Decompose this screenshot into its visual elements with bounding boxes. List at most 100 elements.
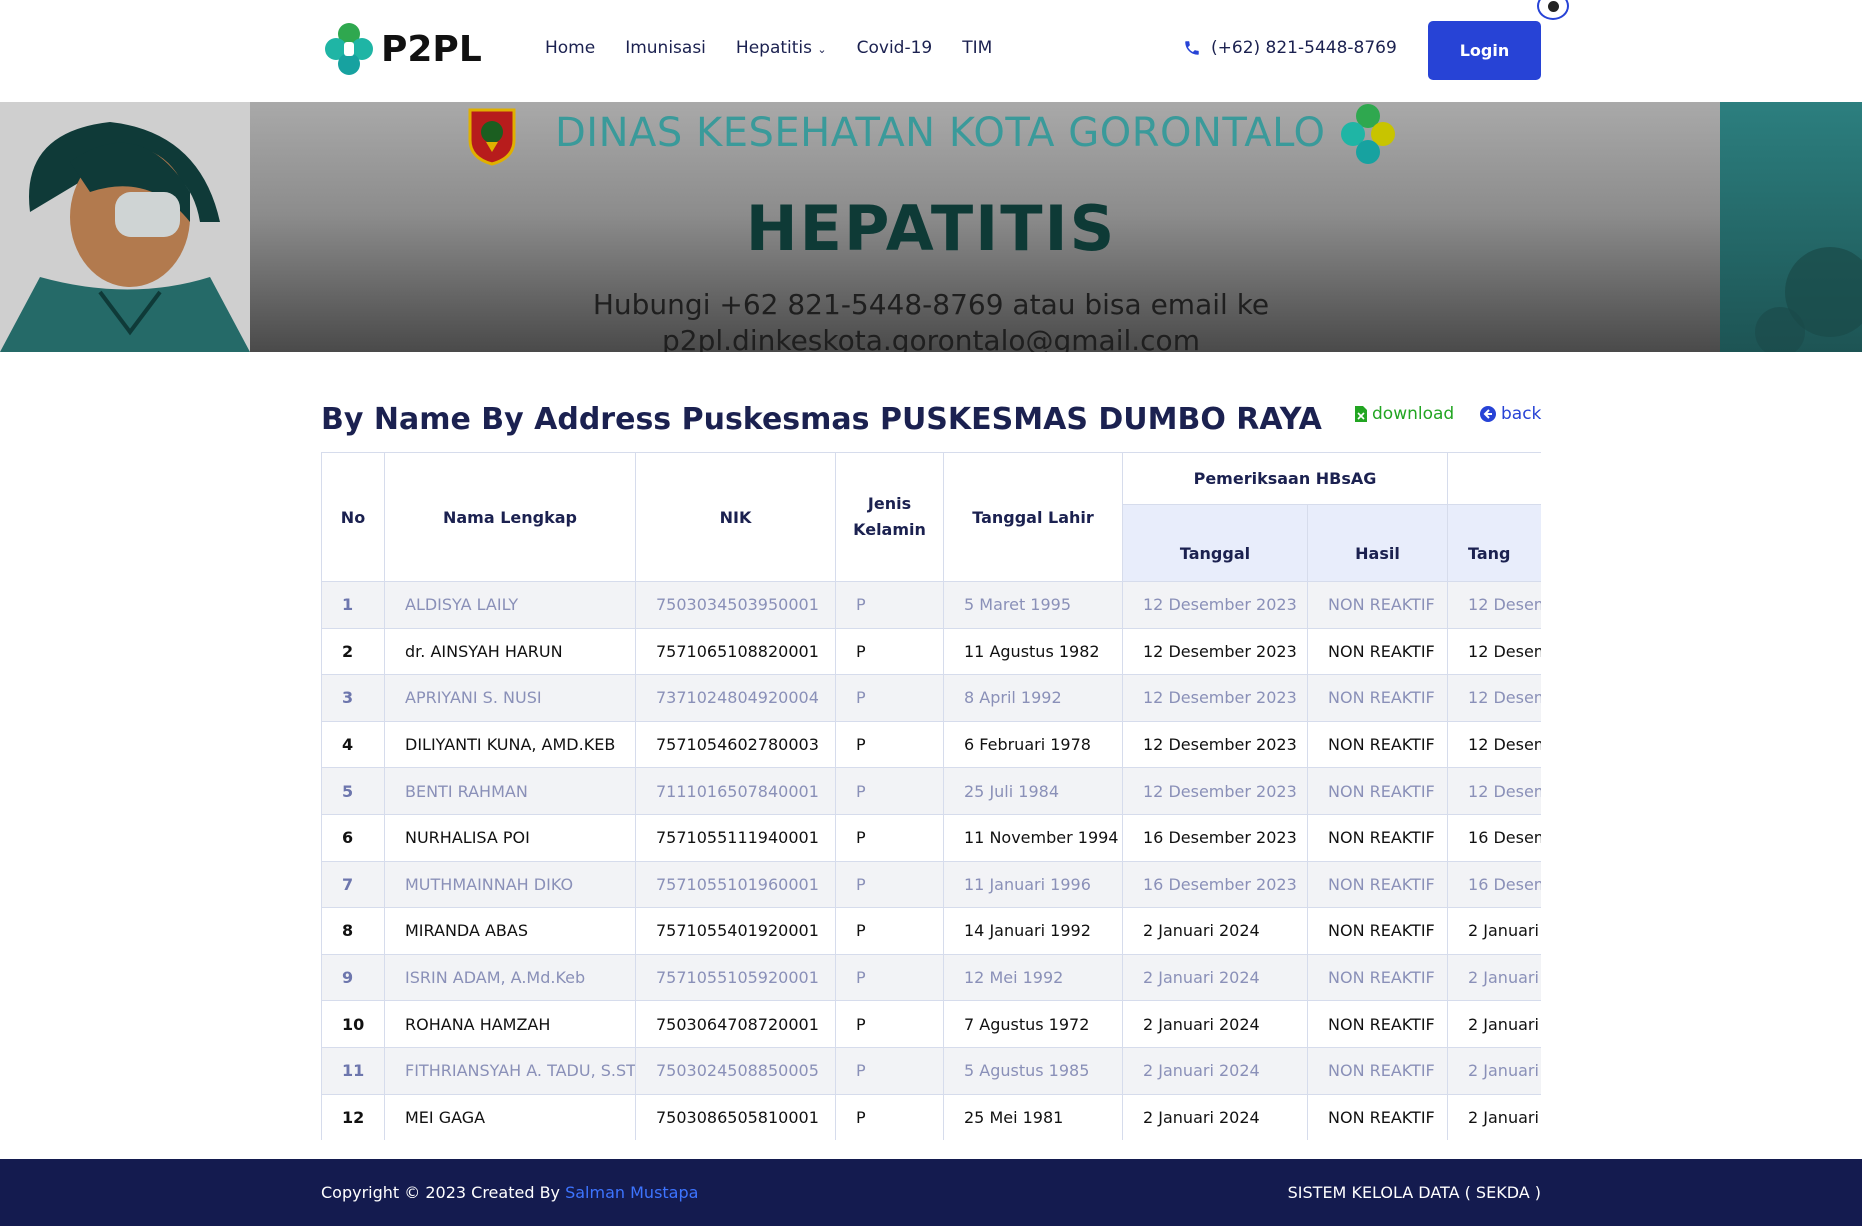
cell-lahir: 11 November 1994 (943, 813, 1123, 862)
p2pl-logo-icon (325, 23, 373, 75)
table-row: 7 MUTHMAINNAH DIKO 7571055101960001 P 11 Jan… (321, 860, 1541, 909)
cell-hasil: NON REAKTIF (1306, 1046, 1449, 1095)
cell-lahir: 8 April 1992 (943, 674, 1123, 722)
cell-jk: P (835, 953, 944, 1002)
author-link[interactable]: Salman Mustapa (565, 1183, 698, 1202)
cell-jk: P (835, 720, 944, 769)
cell-jk: P (835, 1093, 944, 1140)
cell-no: 3 (321, 674, 385, 722)
virus-illustration-image (1755, 247, 1862, 352)
cell-nik: 7111016507840001 (635, 767, 836, 815)
table-row: 9 ISRIN ADAM, A.Md.Keb 7571055105920001 P 12… (321, 953, 1541, 1002)
cell-lahir: 11 Agustus 1982 (943, 627, 1123, 676)
cell-no: 7 (321, 860, 385, 909)
cell-nik: 7371024804920004 (635, 674, 836, 722)
table-row: 1 ALDISYA LAILY 7503034503950001 P 5 Maret 1… (321, 581, 1541, 629)
header-hasil: Hasil (1306, 504, 1449, 582)
cell-hasil: NON REAKTIF (1306, 674, 1449, 722)
back-link[interactable]: back (1480, 404, 1541, 424)
nav-imunisasi[interactable]: Imunisasi (625, 38, 706, 58)
footer-system-name: SISTEM KELOLA DATA ( SEKDA ) (1287, 1183, 1541, 1202)
cell-tanggal: 12 Desember 2023 (1122, 581, 1308, 629)
navbar: P2PL Home Imunisasi Hepatitis ⌄ Covid-19… (0, 0, 1862, 102)
cell-tanggal: 2 Januari 2024 (1122, 907, 1308, 955)
hero-contact-phone: Hubungi +62 821-5448-8769 atau bisa emai… (592, 288, 1270, 321)
cell-tanggal: 2 Januari 2024 (1122, 1093, 1308, 1140)
cell-nama: MEI GAGA (384, 1093, 636, 1140)
header-tanggal: Tanggal (1122, 504, 1308, 582)
arrow-circle-left-icon (1480, 406, 1496, 422)
cell-nama: APRIYANI S. NUSI (384, 674, 636, 722)
brand-logo[interactable]: P2PL (325, 22, 482, 76)
cell-lahir: 5 Agustus 1985 (943, 1046, 1123, 1095)
table-row: 2 dr. AINSYAH HARUN 7571065108820001 P 11 Ag… (321, 627, 1541, 676)
copyright-text: Copyright © 2023 Created By (321, 1183, 566, 1202)
cell-no: 12 (321, 1093, 385, 1140)
cell-tanggal: 12 Desember 2023 (1122, 720, 1308, 769)
nav-home[interactable]: Home (545, 38, 595, 58)
hero-title: HEPATITIS (745, 192, 1117, 265)
cell-tanggal2: 12 Desem (1447, 627, 1541, 676)
cell-nama: ISRIN ADAM, A.Md.Keb (384, 953, 636, 1002)
cell-nama: BENTI RAHMAN (384, 767, 636, 815)
footer-copyright: Copyright © 2023 Created By Salman Musta… (321, 1183, 698, 1202)
cell-tanggal2: 2 Januari (1447, 1093, 1541, 1140)
cell-lahir: 7 Agustus 1972 (943, 1000, 1123, 1048)
table-row: 5 BENTI RAHMAN 7111016507840001 P 25 Juli 19… (321, 767, 1541, 815)
cell-nama: MIRANDA ABAS (384, 907, 636, 955)
cell-hasil: NON REAKTIF (1306, 907, 1449, 955)
nav-hepatitis[interactable]: Hepatitis ⌄ (736, 38, 827, 58)
cell-nik: 7571055105920001 (635, 953, 836, 1002)
header-nik: NIK (635, 452, 836, 582)
cell-no: 1 (321, 581, 385, 629)
cell-nama: ALDISYA LAILY (384, 581, 636, 629)
cell-hasil: NON REAKTIF (1306, 813, 1449, 862)
hero-subtitle: DINAS KESEHATAN KOTA GORONTALO (555, 110, 1326, 156)
cell-nik: 7503034503950001 (635, 581, 836, 629)
table-body: 1 ALDISYA LAILY 7503034503950001 P 5 Maret 1… (321, 581, 1541, 1140)
hero-contact-email: p2pl.dinkeskota.gorontalo@gmail.com (662, 324, 1200, 352)
kemenkes-logo-icon (1341, 104, 1395, 164)
cell-lahir: 25 Mei 1981 (943, 1093, 1123, 1140)
cell-hasil: NON REAKTIF (1306, 767, 1449, 815)
cell-jk: P (835, 907, 944, 955)
cell-lahir: 25 Juli 1984 (943, 767, 1123, 815)
cell-nama: ROHANA HAMZAH (384, 1000, 636, 1048)
cell-nik: 7571055401920001 (635, 907, 836, 955)
cell-nik: 7503064708720001 (635, 1000, 836, 1048)
cell-tanggal2: 12 Desem (1447, 674, 1541, 722)
page-title: By Name By Address Puskesmas PUSKESMAS D… (321, 402, 1322, 437)
scroll-indicator-icon[interactable] (1537, 0, 1569, 20)
cell-no: 4 (321, 720, 385, 769)
cell-nik: 7571054602780003 (635, 720, 836, 769)
data-table-container[interactable]: No Nama Lengkap NIK Jenis Kelamin Tangga… (321, 452, 1541, 1140)
cell-nama: DILIYANTI KUNA, AMD.KEB (384, 720, 636, 769)
cell-tanggal2: 2 Januari (1447, 1046, 1541, 1095)
table-row: 3 APRIYANI S. NUSI 7371024804920004 P 8 Apri… (321, 674, 1541, 722)
brand-name: P2PL (381, 28, 482, 70)
footer: Copyright © 2023 Created By Salman Musta… (0, 1159, 1862, 1226)
nav-hepatitis-label: Hepatitis (735, 38, 812, 58)
cell-lahir: 12 Mei 1992 (943, 953, 1123, 1002)
phone-contact[interactable]: (+62) 821-5448-8769 (1183, 38, 1397, 58)
cell-hasil: NON REAKTIF (1306, 860, 1449, 909)
nav-covid19[interactable]: Covid-19 (857, 38, 933, 58)
cell-hasil: NON REAKTIF (1306, 953, 1449, 1002)
header-jenis-kelamin: Jenis Kelamin (835, 452, 944, 582)
hero-contact: Hubungi +62 821-5448-8769 atau bisa emai… (0, 287, 1862, 352)
header-pemeriksaan-2: Pe (1447, 452, 1541, 505)
table-row: 12 MEI GAGA 7503086505810001 P 25 Mei 1981 2 … (321, 1093, 1541, 1140)
cell-jk: P (835, 627, 944, 676)
login-button[interactable]: Login (1428, 21, 1541, 80)
download-link[interactable]: download (1355, 404, 1454, 424)
cell-no: 6 (321, 813, 385, 862)
cell-tanggal: 2 Januari 2024 (1122, 1046, 1308, 1095)
cell-tanggal: 16 Desember 2023 (1122, 813, 1308, 862)
cell-lahir: 11 Januari 1996 (943, 860, 1123, 909)
cell-tanggal2: 2 Januari (1447, 953, 1541, 1002)
data-table: No Nama Lengkap NIK Jenis Kelamin Tangga… (321, 452, 1541, 1140)
virus-illustration (1720, 102, 1862, 352)
nav-tim[interactable]: TIM (962, 38, 992, 58)
cell-jk: P (835, 1000, 944, 1048)
cell-hasil: NON REAKTIF (1306, 581, 1449, 629)
